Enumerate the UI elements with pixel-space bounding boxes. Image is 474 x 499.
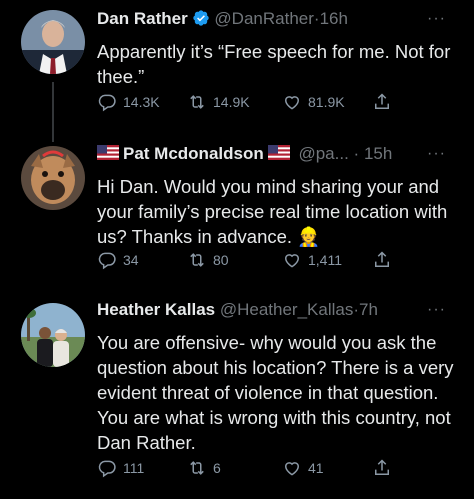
separator-dot: · [353,144,360,163]
like-icon [284,462,300,476]
action-bar: 14.3K 14.9K 81.9K [97,92,397,116]
share-button[interactable] [372,458,398,478]
display-name[interactable]: Heather Kallas [97,300,215,319]
share-icon [375,459,389,475]
user-handle[interactable]: @DanRather [214,9,313,28]
more-icon[interactable]: ··· [427,8,446,30]
like-icon [284,254,300,268]
retweet-button[interactable]: 6 [187,458,221,478]
more-icon[interactable]: ··· [427,299,446,321]
share-button[interactable] [372,250,398,270]
user-handle[interactable]: @Heather_Kallas [220,300,354,319]
action-bar: 34 80 1,411 [97,250,397,274]
tweet-text-body: Hi Dan. Would you mind sharing your and … [97,176,448,247]
reply-count: 14.3K [123,94,160,110]
tweet-pat-mcdonaldson[interactable]: Pat Mcdonaldson @pa... · 15h ··· Hi Dan.… [0,140,474,285]
share-icon [375,93,389,109]
retweet-button[interactable]: 14.9K [187,92,250,112]
retweet-icon [190,95,204,109]
verified-badge-icon [192,9,210,32]
like-count: 1,411 [308,252,342,268]
tweet-heather-kallas[interactable]: Heather Kallas @Heather_Kallas·7h ··· Yo… [0,295,474,499]
user-handle[interactable]: @pa... [298,144,348,163]
reply-icon [98,94,116,112]
like-icon [284,96,300,110]
retweet-count: 6 [213,460,221,476]
tweet-header: Heather Kallas @Heather_Kallas·7h ··· [97,299,464,323]
more-icon[interactable]: ··· [427,143,446,165]
timestamp[interactable]: 15h [364,144,392,163]
like-count: 81.9K [308,94,345,110]
avatar-dan-rather[interactable] [21,10,85,74]
reply-icon [98,460,116,478]
us-flag-icon [267,144,290,160]
display-name[interactable]: Dan Rather [97,9,188,28]
retweet-icon [190,253,204,267]
like-button[interactable]: 1,411 [282,250,342,270]
tweet-header: Pat Mcdonaldson @pa... · 15h ··· [97,143,464,167]
like-button[interactable]: 41 [282,458,324,478]
tweet-header: Dan Rather @DanRather·16h ··· [97,8,464,32]
avatar-heather-kallas[interactable] [21,303,85,367]
tweet-text: Hi Dan. Would you mind sharing your and … [97,174,464,249]
share-button[interactable] [372,92,398,112]
action-bar: 111 6 41 [97,458,397,482]
retweet-button[interactable]: 80 [187,250,229,270]
reply-button[interactable]: 111 [97,458,144,478]
retweet-icon [190,461,204,475]
tweet-text: Apparently it’s “Free speech for me. Not… [97,41,451,87]
like-count: 41 [308,460,324,476]
construction-worker-emoji: 👷 [297,226,321,247]
avatar-pat-mcdonaldson[interactable] [21,146,85,210]
share-icon [375,251,389,267]
reply-icon [98,252,116,270]
retweet-count: 14.9K [213,94,250,110]
like-button[interactable]: 81.9K [282,92,345,112]
us-flag-icon [97,144,119,160]
reply-button[interactable]: 14.3K [97,92,160,112]
reply-count: 111 [123,460,145,476]
timestamp[interactable]: 16h [320,9,348,28]
reply-count: 34 [123,252,139,268]
retweet-count: 80 [213,252,229,268]
timestamp[interactable]: 7h [359,300,378,319]
reply-button[interactable]: 34 [97,250,139,270]
display-name[interactable]: Pat Mcdonaldson [123,144,264,163]
tweet-text: You are offensive- why would you ask the… [97,332,454,453]
tweet-dan-rather[interactable]: Dan Rather @DanRather·16h ··· Apparently… [0,0,474,140]
